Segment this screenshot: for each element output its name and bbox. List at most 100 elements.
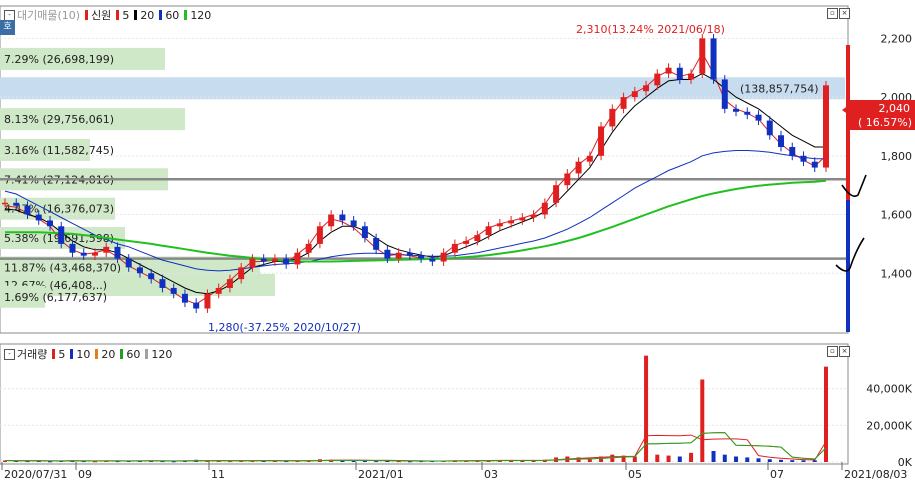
close-icon[interactable]: × xyxy=(839,8,850,19)
low-annotation: 1,280(-37.25% 2020/10/27) xyxy=(208,321,361,334)
current-price-badge: 2,040 ( 16.57%) xyxy=(842,100,915,130)
legend-item[interactable]: 신원 xyxy=(91,7,111,23)
volume-bar xyxy=(812,460,817,462)
candle-body xyxy=(170,287,177,294)
candle-body xyxy=(496,223,503,227)
volume-legend-title: 거래량 xyxy=(17,348,48,361)
candle-body xyxy=(485,226,492,236)
volume-bar xyxy=(756,458,761,462)
candle-body xyxy=(530,214,537,218)
candle-body xyxy=(91,252,98,256)
candle-body xyxy=(620,97,627,109)
candle-body xyxy=(271,258,278,262)
candle-body xyxy=(643,85,650,92)
x-tick-label: 07 xyxy=(770,468,784,481)
candle-body xyxy=(688,73,695,80)
volume-y-axis: 0K20,000K40,000K xyxy=(866,383,912,469)
candle-body xyxy=(451,243,458,253)
candle-body xyxy=(339,214,346,221)
volume-bar xyxy=(374,461,379,463)
volume-bar xyxy=(734,456,739,462)
range-bar xyxy=(846,45,850,332)
candle-body xyxy=(114,246,121,259)
candle-body xyxy=(553,185,560,203)
candle-body xyxy=(13,202,20,206)
high-annotation: 2,310(13.24% 2021/06/18) xyxy=(576,23,725,36)
candle-body xyxy=(305,243,312,253)
legend-swatch-icon xyxy=(120,349,124,359)
x-tick-label: 09 xyxy=(78,468,92,481)
volume-tick-label: 20,000K xyxy=(866,419,912,432)
candle-body xyxy=(440,252,447,262)
legend-swatch-icon xyxy=(95,349,99,359)
candle-body xyxy=(598,126,605,156)
volume-bar xyxy=(700,379,705,462)
current-price-label: 2,040 xyxy=(879,102,911,115)
candle-body xyxy=(586,155,593,162)
volume-bar xyxy=(824,366,828,462)
side-button[interactable]: 호 xyxy=(0,20,15,35)
legend-item[interactable]: 60 xyxy=(126,348,140,361)
candle-body xyxy=(406,252,413,256)
volume-profile-label: 3.16% (11,582,745) xyxy=(4,144,114,157)
candle-body xyxy=(541,202,548,215)
candle-body xyxy=(148,273,155,280)
candle-body xyxy=(204,293,211,309)
volume-bar xyxy=(655,454,660,462)
candle-body xyxy=(283,258,290,265)
candle-body xyxy=(789,147,796,156)
candle-body xyxy=(103,246,110,253)
candle-body xyxy=(294,252,301,265)
legend-item[interactable]: 60 xyxy=(165,9,179,22)
candle-body xyxy=(46,220,53,227)
candle-body xyxy=(181,293,188,303)
legend-item[interactable]: 10 xyxy=(76,348,90,361)
candle-body xyxy=(373,238,380,250)
candle-body xyxy=(778,135,785,148)
legend-item[interactable]: 20 xyxy=(140,9,154,22)
legend-swatch-icon xyxy=(159,10,163,20)
legend-item[interactable]: 5 xyxy=(122,9,129,22)
candle-body xyxy=(350,220,357,227)
legend-item[interactable]: 120 xyxy=(190,9,211,22)
close-icon[interactable]: × xyxy=(839,346,850,357)
x-tick-label: 2021/01 xyxy=(358,468,404,481)
volume-bar xyxy=(666,455,671,462)
x-tick-label: 2021/08/03 xyxy=(844,468,907,481)
candle-body xyxy=(631,91,638,98)
volume-bar xyxy=(779,459,784,462)
volume-bar xyxy=(610,454,615,462)
candle-body xyxy=(721,79,728,109)
volume-bar xyxy=(722,454,727,462)
candle-body xyxy=(744,111,751,115)
candle-body xyxy=(193,302,200,309)
candle-body xyxy=(811,161,818,168)
x-tick-label: 11 xyxy=(211,468,225,481)
volume-tick-label: 40,000K xyxy=(866,383,912,396)
volume-profile-label: (138,857,754) xyxy=(740,82,819,95)
candle-body xyxy=(58,226,65,244)
minimize-icon[interactable]: ▫ xyxy=(827,8,838,19)
candle-body xyxy=(823,85,829,168)
volume-profile-label: 1.69% (6,177,637) xyxy=(4,291,107,304)
candle-body xyxy=(429,258,436,262)
candle-body xyxy=(519,217,526,221)
legend-item[interactable]: 20 xyxy=(101,348,115,361)
price-y-axis: 1,4001,6001,8002,0002,200 xyxy=(881,32,913,280)
minimize-icon[interactable]: ▫ xyxy=(827,346,838,357)
candle-body xyxy=(69,243,76,253)
candle-body xyxy=(35,214,42,221)
legend-swatch-icon xyxy=(85,10,89,20)
volume-bar xyxy=(689,452,694,462)
collapse-icon[interactable]: - xyxy=(4,9,15,21)
candle-body xyxy=(24,205,31,215)
candle-body xyxy=(710,38,717,80)
legend-item[interactable]: 5 xyxy=(58,348,65,361)
collapse-icon[interactable]: - xyxy=(4,348,15,360)
candle-body xyxy=(733,108,740,112)
candle-body xyxy=(316,226,323,244)
volume-bar xyxy=(767,459,772,462)
legend-item[interactable]: 120 xyxy=(151,348,172,361)
volume-bar xyxy=(351,460,356,462)
price-panel: 7.29% (26,698,199) (138,857,754) 8.13% (29… xyxy=(0,5,915,334)
